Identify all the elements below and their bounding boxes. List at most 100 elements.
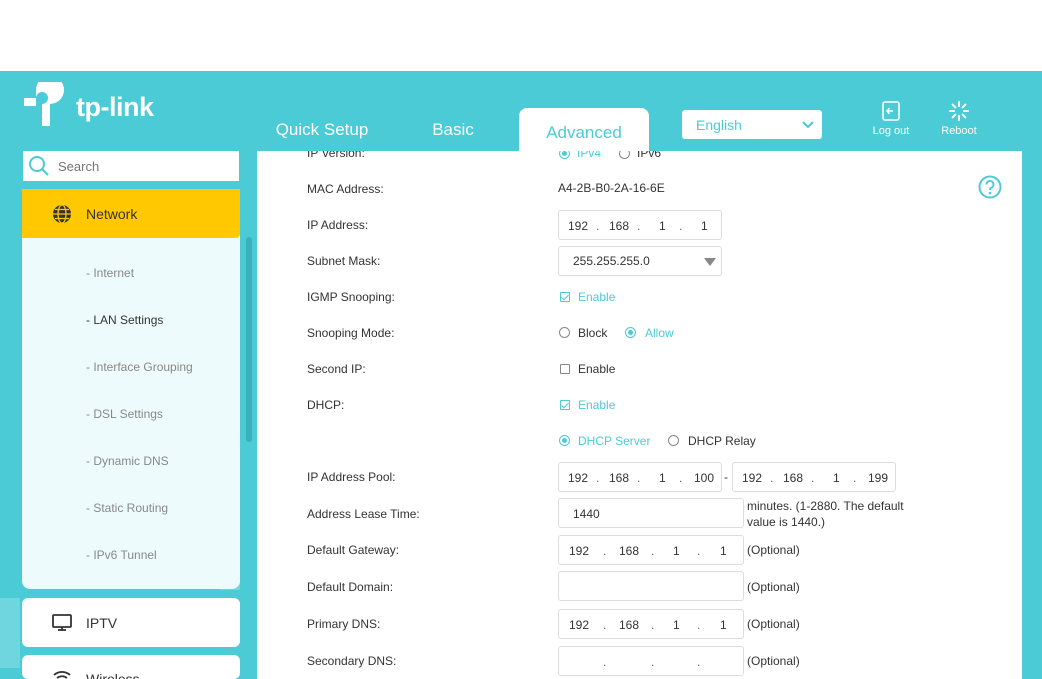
dhcp-label: DHCP: bbox=[307, 398, 345, 412]
sidebar-item-iptv[interactable]: IPTV bbox=[22, 598, 240, 647]
snooping-allow-radio[interactable] bbox=[625, 327, 636, 338]
dhcp-enable-label: Enable bbox=[578, 398, 616, 412]
sidebar-item-wireless-label: Wireless bbox=[86, 671, 140, 679]
tp-link-logo-icon bbox=[24, 82, 64, 126]
reboot-icon bbox=[949, 101, 969, 121]
top-blank-area bbox=[0, 0, 1042, 71]
ip-pool-end-input[interactable]: 192. 168. 1. 199 bbox=[732, 462, 896, 492]
sidebar-subitem-dsl-settings[interactable]: - DSL Settings bbox=[86, 407, 163, 421]
tab-basic[interactable]: Basic bbox=[408, 115, 498, 145]
reboot-label: Reboot bbox=[941, 125, 977, 137]
ip-pool-start-input[interactable]: 192. 168. 1. 100 bbox=[558, 462, 722, 492]
tab-advanced[interactable]: Advanced bbox=[519, 108, 649, 156]
octet-dot: . bbox=[637, 219, 641, 233]
lease-time-note-line2: value is 1440.) bbox=[747, 515, 826, 529]
snooping-block-radio[interactable] bbox=[559, 327, 570, 338]
logout-icon bbox=[882, 101, 900, 121]
sidebar-item-network-label: Network bbox=[86, 205, 138, 222]
sidebar-subitem-static-routing[interactable]: - Static Routing bbox=[86, 501, 168, 515]
ipv6-radio[interactable] bbox=[619, 151, 630, 159]
default-domain-optional: (Optional) bbox=[747, 580, 800, 594]
octet: 192 bbox=[568, 219, 589, 233]
snooping-allow-label: Allow bbox=[645, 326, 674, 340]
dhcp-checkbox[interactable] bbox=[560, 400, 570, 410]
igmp-snooping-label: IGMP Snooping: bbox=[307, 290, 395, 304]
octet-dot: . bbox=[811, 471, 815, 485]
sidebar-item-iptv-label: IPTV bbox=[86, 614, 118, 631]
octet-dot: . bbox=[679, 219, 683, 233]
second-ip-label: Second IP: bbox=[307, 362, 366, 376]
second-ip-enable-label: Enable bbox=[578, 362, 616, 376]
default-domain-label: Default Domain: bbox=[307, 580, 394, 594]
octet: 1 bbox=[673, 544, 680, 558]
octet: 192 bbox=[569, 544, 590, 558]
octet: 1 bbox=[720, 618, 727, 632]
octet-dot: . bbox=[770, 471, 774, 485]
language-select[interactable]: English bbox=[682, 110, 822, 139]
secondary-dns-input[interactable]: . . . bbox=[558, 646, 744, 676]
sidebar-item-network[interactable]: Network bbox=[22, 189, 240, 238]
octet-dot: . bbox=[651, 618, 655, 632]
logout-button[interactable]: Log out bbox=[861, 100, 921, 137]
octet-dot: . bbox=[853, 471, 857, 485]
sidebar-scrollbar[interactable] bbox=[246, 237, 252, 442]
primary-dns-optional: (Optional) bbox=[747, 617, 800, 631]
octet-dot: . bbox=[603, 618, 607, 632]
default-gateway-label: Default Gateway: bbox=[307, 543, 400, 557]
search-input[interactable] bbox=[56, 157, 230, 175]
octet: 199 bbox=[868, 471, 889, 485]
octet: 1 bbox=[659, 471, 666, 485]
search-icon[interactable] bbox=[28, 155, 50, 177]
dhcp-relay-label: DHCP Relay bbox=[688, 434, 756, 448]
dhcp-server-radio[interactable] bbox=[559, 435, 570, 446]
primary-dns-input[interactable]: 192. 168. 1. 1 bbox=[558, 609, 744, 639]
ip-address-label: IP Address: bbox=[307, 218, 369, 232]
octet-dot: . bbox=[697, 655, 701, 669]
chevron-down-icon bbox=[802, 121, 814, 129]
reboot-button[interactable]: Reboot bbox=[929, 100, 989, 137]
octet: 1 bbox=[673, 618, 680, 632]
octet-dot: . bbox=[596, 471, 600, 485]
ipv4-label: IPv4 bbox=[577, 151, 602, 160]
default-domain-input[interactable] bbox=[558, 571, 744, 601]
subnet-mask-value: 255.255.255.0 bbox=[573, 254, 650, 268]
sidebar-subitem-ipv6-tunnel[interactable]: - IPv6 Tunnel bbox=[86, 548, 157, 562]
octet: 1 bbox=[833, 471, 840, 485]
sidebar-item-wireless[interactable]: Wireless bbox=[22, 655, 240, 679]
octet: 192 bbox=[568, 471, 589, 485]
primary-dns-label: Primary DNS: bbox=[307, 617, 381, 631]
sidebar-subitem-internet[interactable]: - Internet bbox=[86, 266, 134, 280]
sidebar-network-panel: Network - Internet - LAN Settings - Inte… bbox=[22, 189, 240, 589]
octet-dot: . bbox=[697, 618, 701, 632]
octet: 168 bbox=[619, 618, 640, 632]
igmp-snooping-checkbox[interactable] bbox=[560, 292, 570, 302]
octet: 168 bbox=[619, 544, 640, 558]
mac-address-label: MAC Address: bbox=[307, 182, 384, 196]
sidebar-subitem-lan-settings[interactable]: - LAN Settings bbox=[86, 313, 163, 327]
help-icon[interactable] bbox=[978, 175, 1002, 199]
sidebar-subitem-interface-grouping[interactable]: - Interface Grouping bbox=[86, 360, 193, 374]
second-ip-checkbox[interactable] bbox=[560, 364, 570, 374]
default-gateway-input[interactable]: 192. 168. 1. 1 bbox=[558, 535, 744, 565]
dropdown-arrow-icon bbox=[704, 258, 716, 266]
ipv4-radio[interactable] bbox=[559, 151, 570, 159]
octet: 168 bbox=[783, 471, 804, 485]
dhcp-server-label: DHCP Server bbox=[578, 434, 651, 448]
lease-time-value: 1440 bbox=[573, 507, 600, 521]
tab-quick-setup[interactable]: Quick Setup bbox=[262, 115, 382, 145]
ip-pool-label: IP Address Pool: bbox=[307, 470, 396, 484]
language-value: English bbox=[696, 116, 742, 133]
main-content: IP Version: IPv4 IPv6 MAC Address: A4-2B… bbox=[257, 151, 1022, 679]
ip-address-input[interactable]: 192. 168. 1. 1 bbox=[558, 210, 722, 240]
octet: 168 bbox=[609, 219, 630, 233]
octet-dot: . bbox=[596, 219, 600, 233]
dhcp-relay-radio[interactable] bbox=[668, 435, 679, 446]
octet-dot: . bbox=[651, 544, 655, 558]
ip-version-label: IP Version: bbox=[307, 151, 365, 160]
subnet-mask-label: Subnet Mask: bbox=[307, 254, 381, 268]
lease-time-input[interactable]: 1440 bbox=[558, 498, 744, 528]
sidebar-subitem-dynamic-dns[interactable]: - Dynamic DNS bbox=[86, 454, 169, 468]
subnet-mask-select[interactable]: 255.255.255.0 bbox=[558, 246, 722, 276]
brand-name: tp-link bbox=[76, 92, 154, 122]
wifi-icon bbox=[53, 671, 71, 679]
